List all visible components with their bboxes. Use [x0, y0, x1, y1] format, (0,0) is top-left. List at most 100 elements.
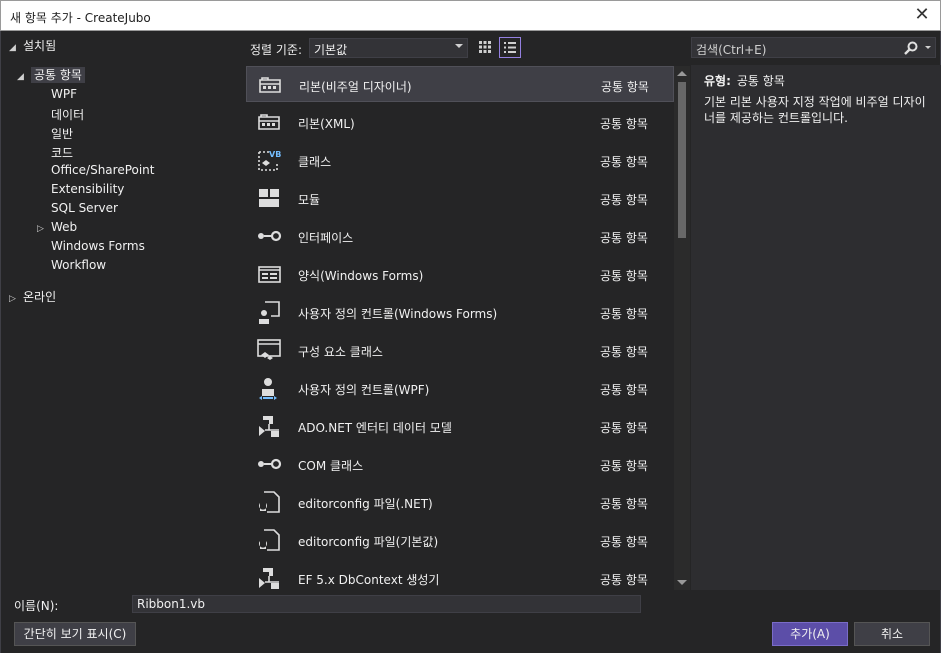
scroll-thumb[interactable] — [678, 82, 686, 238]
form-icon — [258, 266, 281, 283]
search-box[interactable]: 검색(Ctrl+E) — [691, 37, 936, 58]
tree-node-wpf[interactable]: WPF — [51, 87, 77, 101]
vb-class-icon: VB — [258, 150, 281, 171]
sort-value: 기본값 — [314, 43, 348, 57]
tree-node-windows-forms[interactable]: Windows Forms — [51, 239, 145, 253]
name-input[interactable]: Ribbon1.vb — [132, 595, 641, 613]
list-item[interactable]: 리본(XML) 공통 항목 — [246, 104, 674, 140]
tree-node-workflow[interactable]: Workflow — [51, 258, 106, 272]
tree-node-online[interactable]: ▷ 온라인 — [9, 288, 56, 305]
list-item[interactable]: COM 클래스 공통 항목 — [246, 446, 674, 482]
type-line: 유형: 공통 항목 — [704, 72, 785, 89]
list-item[interactable]: editorconfig 파일(기본값) 공통 항목 — [246, 522, 674, 558]
list-view-icon — [504, 42, 516, 53]
list-item[interactable]: 사용자 정의 컨트롤(Windows Forms) 공통 항목 — [246, 294, 674, 330]
ribbon-icon — [258, 114, 280, 130]
svg-text:VB: VB — [269, 150, 281, 159]
list-item[interactable]: 모듈 공통 항목 — [246, 180, 674, 216]
list-view-button[interactable] — [499, 37, 521, 58]
type-value: 공통 항목 — [736, 74, 785, 88]
sort-dropdown[interactable]: 기본값 — [309, 38, 468, 58]
tree-node-extensibility[interactable]: Extensibility — [51, 182, 124, 196]
item-category: 공통 항목 — [600, 383, 648, 397]
item-category: 공통 항목 — [600, 155, 648, 169]
list-item[interactable]: ADO.NET 엔터티 데이터 모델 공통 항목 — [246, 408, 674, 444]
config-file-icon — [259, 529, 280, 551]
list-item[interactable]: editorconfig 파일(.NET) 공통 항목 — [246, 484, 674, 520]
chevron-down-icon — [455, 44, 463, 48]
close-icon[interactable]: ✕ — [912, 5, 932, 25]
item-category: 공통 항목 — [601, 80, 649, 94]
item-name: 클래스 — [298, 155, 332, 169]
entity-model-icon — [259, 416, 279, 437]
item-category: 공통 항목 — [600, 497, 648, 511]
item-name: 리본(XML) — [298, 117, 355, 131]
item-category: 공통 항목 — [600, 193, 648, 207]
expanded-arrow-icon[interactable]: ◢ — [9, 43, 19, 53]
tree-node-office[interactable]: Office/SharePoint — [51, 163, 155, 177]
item-category: 공통 항목 — [600, 117, 648, 131]
search-icon[interactable] — [903, 40, 919, 56]
tree-node-sql-server[interactable]: SQL Server — [51, 201, 118, 215]
dialog-body: ◢ 설치됨 ◢ 공통 항목 WPF 데이터 일반 코드 Office/SharePo… — [0, 31, 941, 653]
tree-node-common-items[interactable]: ◢ 공통 항목 — [17, 66, 85, 83]
item-name: ADO.NET 엔터티 데이터 모델 — [298, 421, 452, 435]
item-category: 공통 항목 — [600, 535, 648, 549]
search-placeholder: 검색(Ctrl+E) — [696, 43, 767, 57]
collapsed-arrow-icon[interactable]: ▷ — [9, 294, 19, 304]
cancel-button[interactable]: 취소 — [854, 622, 930, 646]
item-name: editorconfig 파일(기본값) — [298, 535, 439, 549]
list-item[interactable]: VB 클래스 공통 항목 — [246, 142, 674, 178]
item-category: 공통 항목 — [600, 573, 648, 587]
item-name: 리본(비주얼 디자이너) — [299, 80, 412, 94]
list-item[interactable]: 리본(비주얼 디자이너) 공통 항목 — [246, 66, 674, 102]
grid-view-button[interactable] — [475, 37, 497, 58]
ribbon-icon — [259, 77, 281, 93]
expanded-arrow-icon[interactable]: ◢ — [17, 72, 27, 82]
template-list[interactable]: 리본(비주얼 디자이너) 공통 항목 리본(XML) 공통 항목 VB 클래스 … — [246, 66, 690, 590]
item-name: COM 클래스 — [298, 459, 364, 473]
list-item[interactable]: 인터페이스 공통 항목 — [246, 218, 674, 254]
scroll-down-icon[interactable] — [677, 580, 687, 585]
module-icon — [259, 189, 279, 207]
interface-icon — [258, 458, 282, 470]
tree-node-code[interactable]: 코드 — [51, 144, 73, 161]
item-category: 공통 항목 — [600, 345, 648, 359]
category-tree: ◢ 설치됨 ◢ 공통 항목 WPF 데이터 일반 코드 Office/SharePo… — [1, 31, 245, 591]
title-bar: 새 항목 추가 - CreateJubo ✕ — [0, 0, 941, 31]
item-category: 공통 항목 — [600, 459, 648, 473]
list-item[interactable]: EF 5.x DbContext 생성기 공통 항목 — [246, 560, 674, 590]
collapsed-arrow-icon[interactable]: ▷ — [37, 224, 47, 234]
tree-node-web[interactable]: ▷ Web — [37, 220, 77, 234]
tree-node-data[interactable]: 데이터 — [51, 106, 84, 123]
item-name: 인터페이스 — [298, 231, 354, 245]
item-category: 공통 항목 — [600, 269, 648, 283]
tree-node-installed[interactable]: ◢ 설치됨 — [9, 37, 56, 54]
component-class-icon — [257, 339, 281, 360]
add-button[interactable]: 추가(A) — [772, 622, 848, 646]
item-name: editorconfig 파일(.NET) — [298, 497, 433, 511]
list-item[interactable]: 사용자 정의 컨트롤(WPF) 공통 항목 — [246, 370, 674, 406]
type-label: 유형: — [704, 74, 731, 88]
item-name: EF 5.x DbContext 생성기 — [298, 573, 440, 587]
grid-view-icon — [479, 41, 491, 53]
item-name: 모듈 — [298, 193, 321, 207]
user-control-icon — [259, 301, 280, 324]
item-name: 양식(Windows Forms) — [298, 269, 424, 283]
item-name: 구성 요소 클래스 — [298, 345, 383, 359]
tree-node-general[interactable]: 일반 — [51, 125, 73, 142]
item-category: 공통 항목 — [600, 231, 648, 245]
sort-label: 정렬 기준: — [250, 43, 303, 57]
list-item[interactable]: 양식(Windows Forms) 공통 항목 — [246, 256, 674, 292]
list-scrollbar[interactable] — [674, 66, 690, 590]
config-file-icon — [259, 491, 280, 513]
name-label: 이름(N): — [14, 599, 59, 613]
compact-view-button[interactable]: 간단히 보기 표시(C) — [14, 622, 136, 646]
description-pane: 유형: 공통 항목 기본 리본 사용자 지정 작업에 비주얼 디자이너를 제공하는… — [691, 65, 941, 590]
list-item[interactable]: 구성 요소 클래스 공통 항목 — [246, 332, 674, 368]
item-name: 사용자 정의 컨트롤(WPF) — [298, 383, 430, 397]
entity-model-icon — [259, 568, 279, 589]
interface-icon — [258, 230, 282, 242]
chevron-down-icon[interactable] — [925, 46, 931, 49]
scroll-up-icon[interactable] — [677, 71, 687, 76]
